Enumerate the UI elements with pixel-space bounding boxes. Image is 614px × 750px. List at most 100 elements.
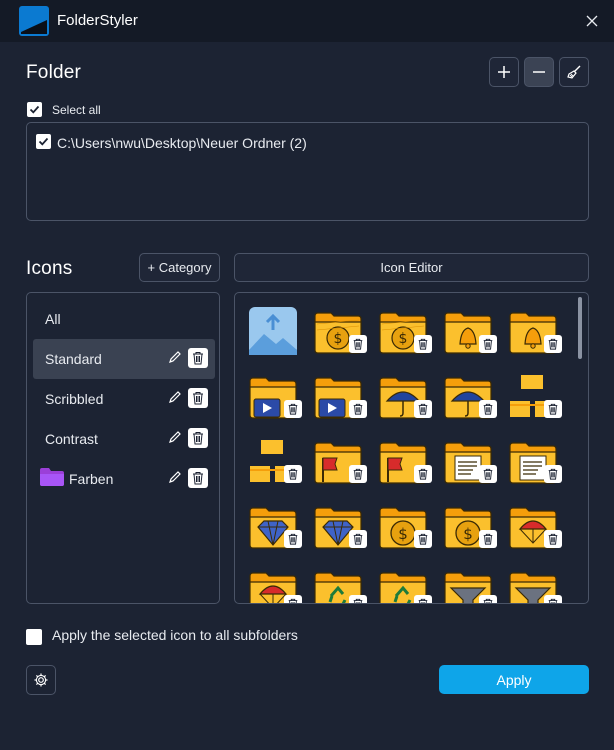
delete-icon-button[interactable] <box>349 530 367 548</box>
trash-icon <box>418 533 428 545</box>
icon-tile[interactable] <box>248 501 308 557</box>
pencil-icon[interactable] <box>167 469 183 485</box>
delete-icon-button[interactable] <box>544 400 562 418</box>
icon-grid-scrollbar[interactable] <box>578 297 582 359</box>
delete-icon-button[interactable] <box>479 400 497 418</box>
add-category-button[interactable]: + Category <box>139 253 220 282</box>
icon-tile[interactable]: $ <box>443 501 503 557</box>
check-icon <box>29 105 40 114</box>
delete-icon-button[interactable] <box>544 530 562 548</box>
delete-icon-button[interactable] <box>414 465 432 483</box>
trash-icon <box>193 432 203 445</box>
category-item-standard[interactable]: Standard <box>33 339 215 379</box>
clear-folders-button[interactable] <box>559 57 589 87</box>
icon-tile[interactable] <box>508 566 568 603</box>
trash-icon <box>288 403 298 415</box>
delete-icon-button[interactable] <box>349 335 367 353</box>
icon-tile[interactable] <box>508 436 568 492</box>
check-icon <box>38 137 49 146</box>
add-folder-button[interactable] <box>489 57 519 87</box>
pencil-icon[interactable] <box>167 429 183 445</box>
delete-icon-button[interactable] <box>544 465 562 483</box>
icon-tile[interactable] <box>248 566 308 603</box>
apply-subfolders-checkbox[interactable] <box>26 629 42 645</box>
delete-icon-button[interactable] <box>349 465 367 483</box>
trash-icon <box>288 598 298 603</box>
remove-folder-button[interactable] <box>524 57 554 87</box>
delete-icon-button[interactable] <box>479 530 497 548</box>
icon-tile[interactable] <box>248 306 308 362</box>
icon-tile[interactable] <box>313 566 373 603</box>
svg-text:$: $ <box>463 525 473 543</box>
folder-path-checkbox[interactable] <box>36 134 51 149</box>
icon-tile[interactable] <box>443 436 503 492</box>
delete-category-button[interactable] <box>188 388 208 408</box>
icon-editor-button[interactable]: Icon Editor <box>234 253 589 282</box>
delete-icon-button[interactable] <box>349 595 367 603</box>
delete-icon-button[interactable] <box>284 595 302 603</box>
category-item-farben[interactable]: Farben <box>33 459 215 499</box>
icon-tile[interactable] <box>313 501 373 557</box>
delete-icon-button[interactable] <box>479 465 497 483</box>
icon-tile[interactable]: $ <box>313 306 373 362</box>
icon-tile[interactable] <box>443 306 503 362</box>
trash-icon <box>353 533 363 545</box>
delete-icon-button[interactable] <box>414 335 432 353</box>
delete-icon-button[interactable] <box>414 530 432 548</box>
icon-tile[interactable] <box>313 436 373 492</box>
trash-icon <box>548 468 558 480</box>
category-item-scribbled[interactable]: Scribbled <box>33 379 215 419</box>
trash-icon <box>483 468 493 480</box>
icon-tile[interactable] <box>313 371 373 427</box>
select-all-label: Select all <box>52 103 101 117</box>
delete-category-button[interactable] <box>188 468 208 488</box>
trash-icon <box>193 352 203 365</box>
delete-icon-button[interactable] <box>284 400 302 418</box>
trash-icon <box>483 598 493 603</box>
icon-tile[interactable] <box>248 371 308 427</box>
trash-icon <box>353 598 363 603</box>
trash-icon <box>193 392 203 405</box>
settings-button[interactable] <box>26 665 56 695</box>
category-label: Farben <box>69 471 114 487</box>
folder-path-list: C:\Users\nwu\Desktop\Neuer Ordner (2) <box>26 122 589 221</box>
category-label: All <box>45 311 61 327</box>
delete-icon-button[interactable] <box>544 335 562 353</box>
delete-icon-button[interactable] <box>414 400 432 418</box>
svg-text:$: $ <box>398 525 408 543</box>
select-all-checkbox[interactable] <box>27 102 42 117</box>
delete-category-button[interactable] <box>188 428 208 448</box>
icon-tile[interactable] <box>378 566 438 603</box>
delete-icon-button[interactable] <box>414 595 432 603</box>
pencil-icon[interactable] <box>167 349 183 365</box>
pencil-icon[interactable] <box>167 389 183 405</box>
plus-icon <box>498 66 510 78</box>
delete-icon-button[interactable] <box>479 335 497 353</box>
delete-category-button[interactable] <box>188 348 208 368</box>
icon-tile[interactable] <box>508 306 568 362</box>
trash-icon <box>193 472 203 485</box>
trash-icon <box>483 338 493 350</box>
close-button[interactable] <box>578 8 606 34</box>
icon-tile[interactable] <box>508 371 568 427</box>
icon-tile[interactable]: $ <box>378 501 438 557</box>
title-bar: FolderStyler <box>0 0 614 42</box>
icon-tile[interactable] <box>443 371 503 427</box>
category-item-all[interactable]: All <box>33 299 215 339</box>
icon-tile[interactable] <box>443 566 503 603</box>
icon-tile[interactable] <box>378 371 438 427</box>
icon-tile[interactable] <box>508 501 568 557</box>
category-item-contrast[interactable]: Contrast <box>33 419 215 459</box>
category-list: All Standard Scribbled Contrast Farben <box>26 292 220 604</box>
icon-tile[interactable] <box>248 436 308 492</box>
delete-icon-button[interactable] <box>284 465 302 483</box>
delete-icon-button[interactable] <box>284 530 302 548</box>
delete-icon-button[interactable] <box>349 400 367 418</box>
icon-tile[interactable] <box>378 436 438 492</box>
apply-button[interactable]: Apply <box>439 665 589 694</box>
delete-icon-button[interactable] <box>479 595 497 603</box>
delete-icon-button[interactable] <box>544 595 562 603</box>
category-label: Contrast <box>45 431 98 447</box>
trash-icon <box>548 338 558 350</box>
icon-tile[interactable]: $ <box>378 306 438 362</box>
